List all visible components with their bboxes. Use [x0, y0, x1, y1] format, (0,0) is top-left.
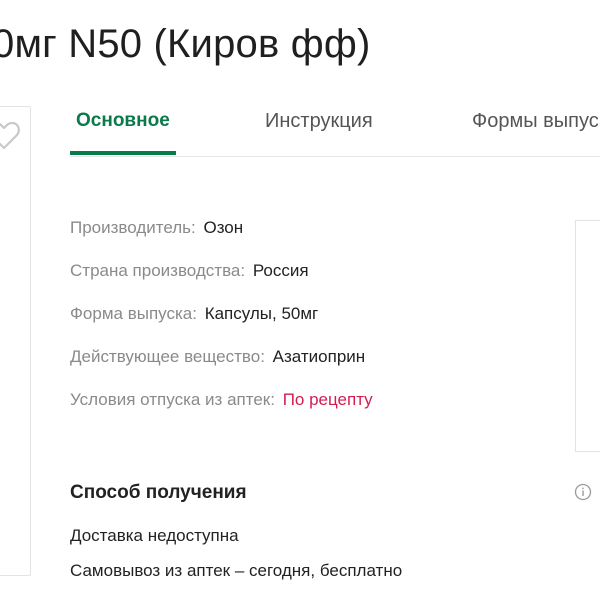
product-attributes: Производитель: Озон Страна производства:… — [70, 218, 373, 433]
attr-release-form: Форма выпуска: Капсулы, 50мг — [70, 304, 373, 347]
tab-release-forms[interactable]: Формы выпус — [472, 110, 599, 133]
pickup-status: Самовывоз из аптек – сегодня, бесплатно — [70, 561, 403, 580]
heart-icon[interactable] — [0, 117, 22, 153]
attr-value: Россия — [252, 261, 309, 280]
attr-label: Форма выпуска: — [70, 304, 197, 323]
prescription-badge: По рецепту — [282, 390, 373, 409]
product-tabs: Основное Инструкция Формы выпус — [70, 100, 600, 157]
tab-main[interactable]: Основное — [76, 110, 170, 132]
attr-value: Капсулы, 50мг — [204, 304, 319, 323]
delivery-status: Доставка недоступна — [70, 526, 239, 545]
attr-label: Действующее вещество: — [70, 347, 265, 366]
tab-instructions[interactable]: Инструкция — [265, 110, 373, 133]
attr-label: Условия отпуска из аптек: — [70, 390, 275, 409]
attr-value: Озон — [203, 218, 244, 237]
attr-dispensing-conditions: Условия отпуска из аптек: По рецепту — [70, 390, 373, 433]
active-tab-indicator — [70, 151, 176, 155]
purchase-panel — [575, 220, 600, 452]
attr-value[interactable]: Азатиоприн — [273, 347, 366, 366]
delivery-title: Способ получения — [70, 482, 247, 503]
attr-active-substance: Действующее вещество: Азатиоприн — [70, 347, 373, 390]
attr-label: Страна производства: — [70, 261, 246, 280]
attr-label: Производитель: — [70, 218, 196, 237]
product-title: 0мг N50 (Киров фф) — [0, 22, 371, 66]
info-icon[interactable] — [574, 483, 592, 501]
product-image-panel — [0, 106, 31, 576]
attr-country: Страна производства: Россия — [70, 261, 373, 304]
attr-manufacturer: Производитель: Озон — [70, 218, 373, 261]
